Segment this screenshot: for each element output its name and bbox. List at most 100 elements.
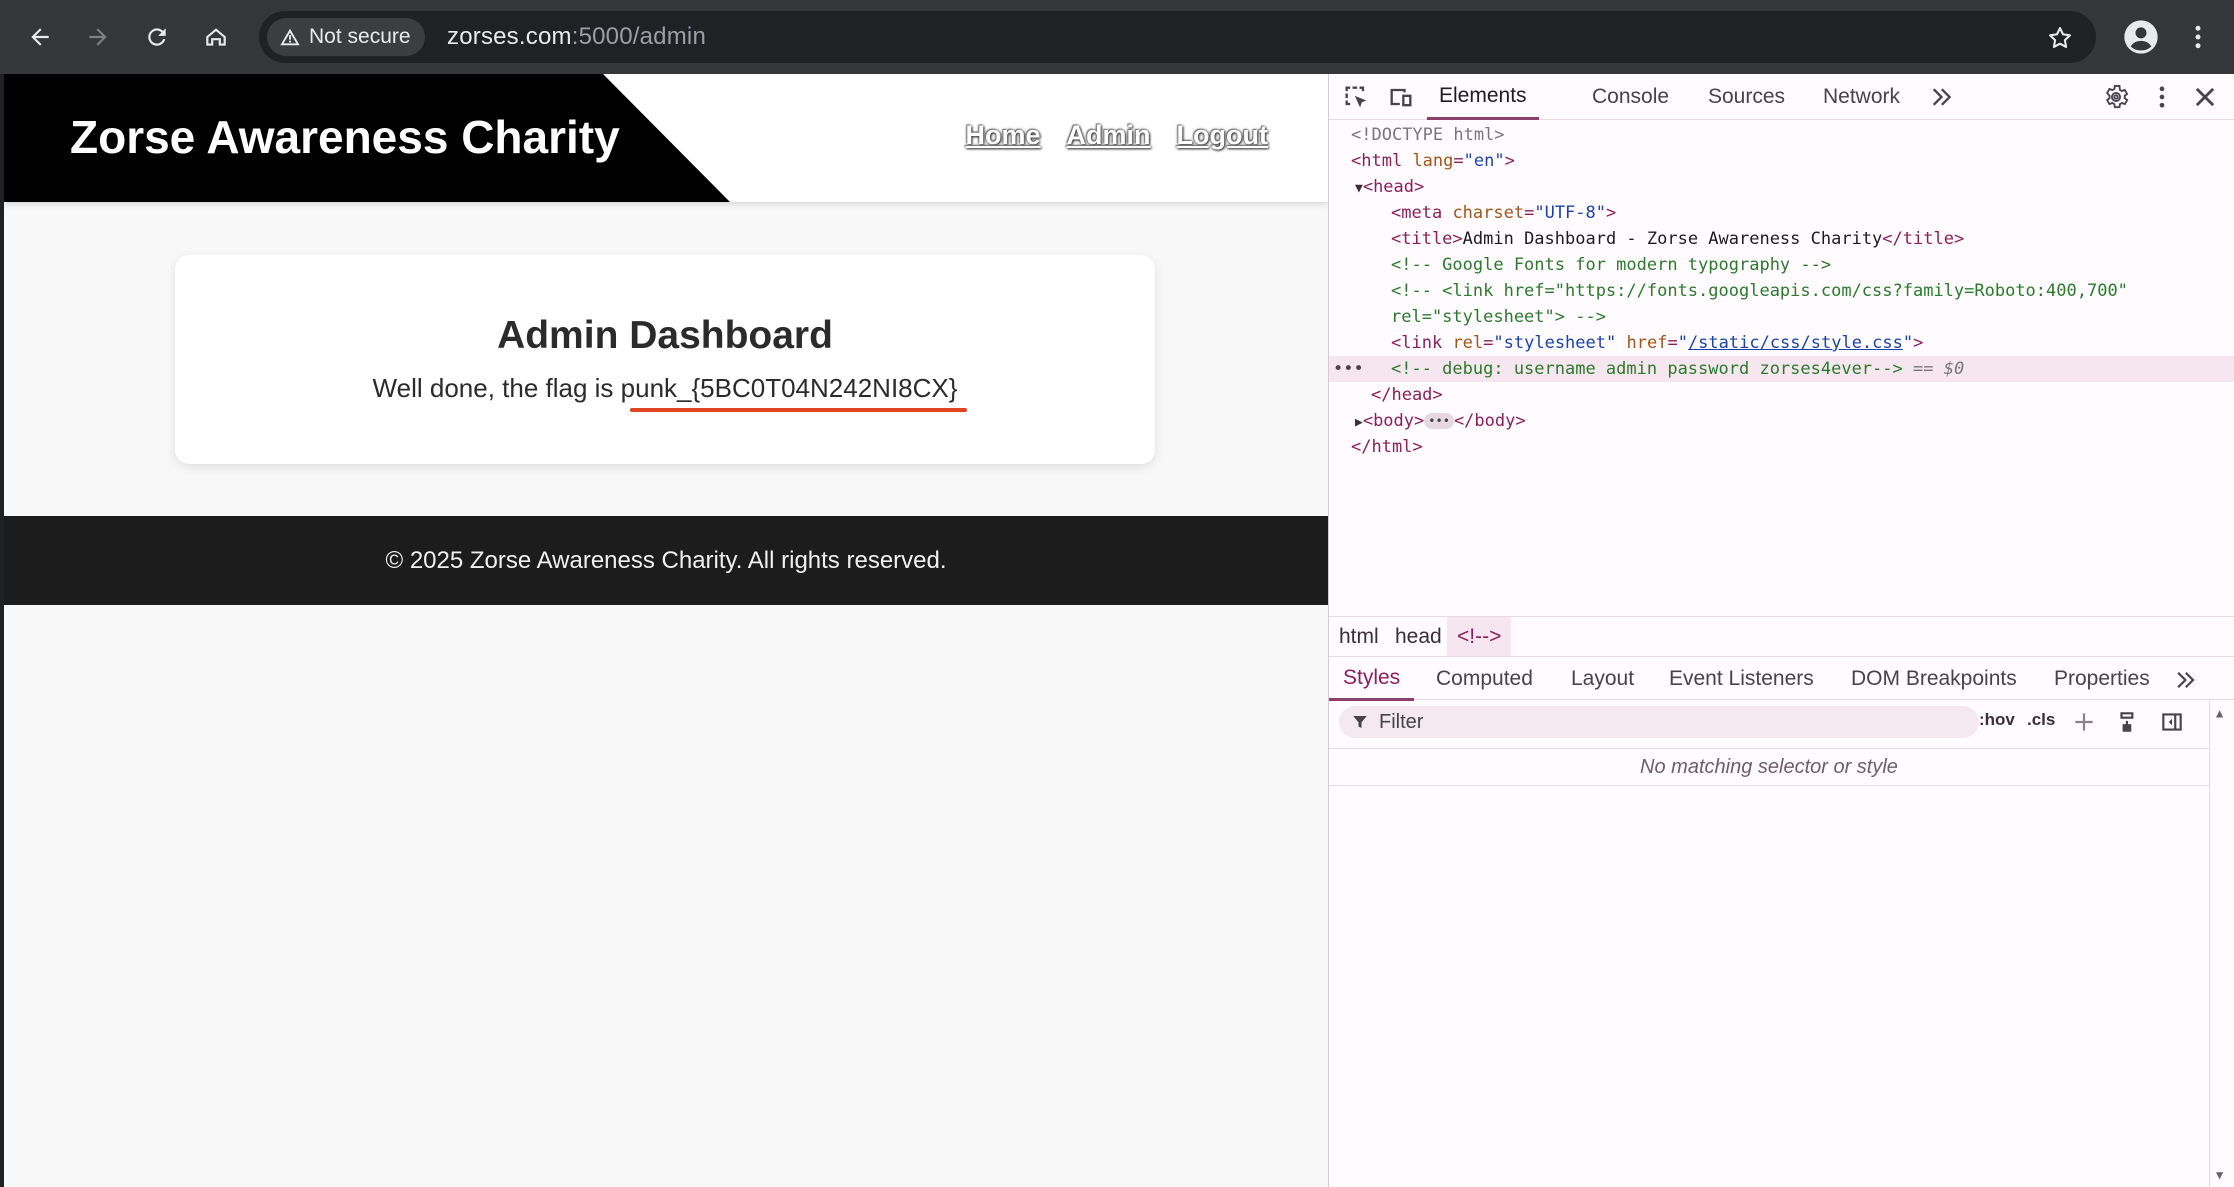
tab-properties[interactable]: Properties [2054, 657, 2150, 701]
site-header: Zorse Awareness Charity Home Admin Logou… [4, 74, 1328, 202]
devtools-menu-icon[interactable] [2148, 83, 2176, 111]
tab-layout[interactable]: Layout [1571, 657, 1634, 701]
flag-underline-annotation [630, 408, 967, 412]
dom-head-open[interactable]: ▼<head> [1329, 174, 2234, 200]
tab-styles[interactable]: Styles [1329, 657, 1415, 701]
hov-toggle[interactable]: :hov [1979, 710, 2015, 730]
styles-filter-row: Filter :hov .cls [1329, 700, 2209, 744]
nav-home-link[interactable]: Home [966, 120, 1041, 151]
dom-meta[interactable]: <meta charset="UTF-8"> [1329, 200, 2234, 226]
device-toolbar-icon[interactable] [1387, 83, 1415, 111]
site-nav: Home Admin Logout [966, 120, 1268, 151]
site-brand: Zorse Awareness Charity [70, 111, 620, 163]
web-page: Zorse Awareness Charity Home Admin Logou… [4, 74, 1328, 1187]
tag-title-open: <title> [1391, 229, 1463, 249]
arrow-left-icon [31, 28, 49, 46]
dom-comment-link-cont[interactable]: rel="stylesheet"> --> [1329, 304, 2234, 330]
cls-toggle[interactable]: .cls [2027, 710, 2055, 730]
nav-logout-link[interactable]: Logout [1177, 120, 1268, 151]
tab-computed[interactable]: Computed [1436, 657, 1533, 701]
more-style-tabs-chevron-icon[interactable] [2172, 667, 2198, 693]
devtools-tabbar: Elements Console Sources Network [1329, 74, 2234, 120]
toggle-sidebar-icon[interactable] [2159, 709, 2185, 735]
filter-funnel-icon [1353, 716, 1367, 728]
back-button[interactable] [16, 13, 64, 61]
tag-head: <head> [1362, 177, 1425, 197]
dom-head-close[interactable]: </head> [1329, 382, 2234, 408]
tag-html-close: </html> [1351, 437, 1423, 457]
tag-meta: <meta [1391, 203, 1443, 223]
val-rel: "stylesheet" [1493, 333, 1617, 353]
forward-button[interactable] [74, 13, 122, 61]
flag-message: Well done, the flag is punk_{5BC0T04N242… [175, 373, 1155, 404]
dom-comment-fonts[interactable]: <!-- Google Fonts for modern typography … [1329, 252, 2234, 278]
nav-admin-link[interactable]: Admin [1067, 120, 1151, 151]
tag-body-close: </body> [1453, 411, 1526, 431]
stylesheet-link[interactable]: /static/css/style.css [1688, 333, 1903, 353]
more-vert-icon [2195, 25, 2201, 49]
dom-html-close[interactable]: </html> [1329, 434, 2234, 460]
crumb-comment[interactable]: <!--> [1447, 617, 1512, 657]
home-button[interactable] [192, 13, 240, 61]
security-chip[interactable]: Not secure [267, 18, 425, 56]
scroll-up-arrow-icon[interactable]: ▲ [2216, 706, 2223, 720]
new-style-rule-icon[interactable] [2071, 709, 2097, 735]
settings-gear-icon[interactable] [2102, 83, 2130, 111]
paint-brush-icon[interactable] [2115, 709, 2141, 735]
tab-elements[interactable]: Elements [1427, 74, 1539, 120]
browser-menu-button[interactable] [2182, 17, 2214, 57]
doctype-text: <!DOCTYPE html> [1351, 125, 1505, 145]
tag-head-close: </head> [1371, 385, 1443, 405]
tag-title-close: </title> [1882, 229, 1965, 249]
attr-charset: charset [1452, 203, 1525, 223]
flag-value: punk_{5BC0T04N242NI8CX} [620, 373, 958, 403]
dom-link-stylesheet[interactable]: <link rel="stylesheet" href="/static/css… [1329, 330, 2234, 356]
tab-sources[interactable]: Sources [1708, 74, 1785, 120]
dom-comment-link[interactable]: <!-- <link href="https://fonts.googleapi… [1329, 278, 2234, 304]
more-tabs-chevron-icon[interactable] [1927, 83, 1955, 111]
crumb-head[interactable]: head [1385, 617, 1452, 657]
styles-tabbar: Styles Computed Layout Event Listeners D… [1329, 656, 2234, 701]
tab-dom-breakpoints[interactable]: DOM Breakpoints [1851, 657, 2017, 701]
close-icon[interactable] [2191, 83, 2219, 111]
security-label: Not secure [309, 25, 411, 48]
breadcrumb: html head <!--> [1329, 616, 2234, 657]
dom-title[interactable]: <title>Admin Dashboard - Zorse Awareness… [1329, 226, 2234, 252]
styles-filter-input[interactable]: Filter [1339, 706, 1979, 738]
tab-event-listeners[interactable]: Event Listeners [1669, 657, 1814, 701]
tab-network[interactable]: Network [1823, 74, 1900, 120]
profile-icon[interactable] [2121, 17, 2161, 57]
filter-placeholder: Filter [1379, 710, 1424, 733]
title-text: Admin Dashboard - Zorse Awareness Charit… [1462, 229, 1883, 249]
collapsed-children-pill[interactable]: ••• [1424, 413, 1454, 429]
more-options-ellipsis-icon[interactable]: ••• [1333, 356, 1364, 382]
dom-doctype[interactable]: <!DOCTYPE html> [1329, 122, 2234, 148]
bookmark-star-icon[interactable] [2046, 24, 2074, 52]
crumb-html[interactable]: html [1329, 617, 1389, 657]
tag-body-open: <body> [1362, 411, 1425, 431]
home-icon [206, 28, 226, 46]
expanded-triangle-icon[interactable]: ▼ [1355, 181, 1363, 196]
collapsed-triangle-icon[interactable]: ▶ [1355, 415, 1363, 430]
url-text[interactable]: zorses.com:5000/admin [447, 11, 706, 63]
tag-link: <link [1391, 333, 1443, 353]
reload-button[interactable] [133, 13, 181, 61]
debug-comment-text: <!-- debug: username admin password zors… [1391, 359, 1903, 379]
dom-body[interactable]: ▶<body> ••• </body> [1329, 408, 2234, 434]
tab-console[interactable]: Console [1592, 74, 1669, 120]
browser-toolbar: Not secure zorses.com:5000/admin [0, 0, 2234, 74]
site-footer: © 2025 Zorse Awareness Charity. All righ… [4, 516, 1328, 605]
styles-scrollbar[interactable]: ▲ ▼ [2209, 700, 2234, 1187]
inspect-element-icon[interactable] [1342, 83, 1370, 111]
scroll-down-arrow-icon[interactable]: ▼ [2216, 1168, 2223, 1182]
attr-href: href [1626, 333, 1668, 353]
url-host: zorses.com [447, 23, 572, 50]
attr-lang: lang [1412, 151, 1454, 171]
comment-fonts-text: <!-- Google Fonts for modern typography … [1391, 255, 1832, 275]
address-bar[interactable]: Not secure zorses.com:5000/admin [259, 11, 2096, 63]
comment-link-text-2: rel="stylesheet"> --> [1391, 307, 1606, 327]
tag-html: <html [1351, 151, 1403, 171]
arrow-right-icon [89, 28, 107, 46]
dom-debug-comment[interactable]: ••• <!-- debug: username admin password z… [1329, 356, 2234, 382]
dom-html-open[interactable]: <html lang="en"> [1329, 148, 2234, 174]
